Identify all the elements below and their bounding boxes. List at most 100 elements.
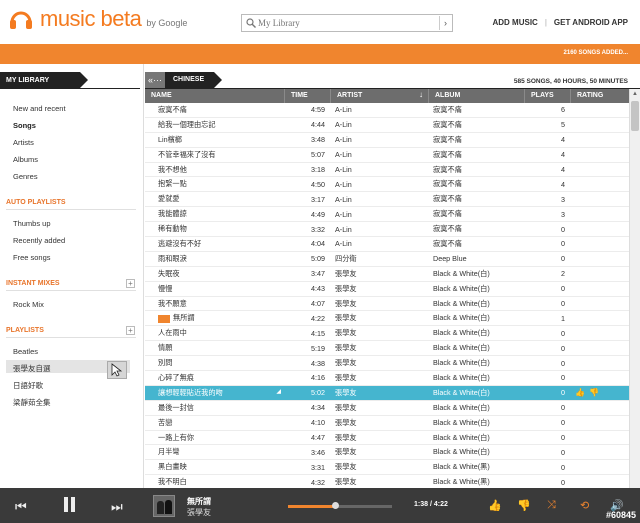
sidebar-item-artists[interactable]: Artists bbox=[13, 138, 34, 147]
table-row[interactable]: 我能體諒 4:49 A-Lin 寂寞不痛 3 bbox=[145, 207, 629, 223]
my-library-tab[interactable]: MY LIBRARY bbox=[0, 72, 88, 88]
table-row[interactable]: 心碎了無痕 4:16 張學友 Black & White(白) 0 bbox=[145, 371, 629, 386]
chevron-right-icon: › bbox=[444, 18, 447, 28]
scrollbar[interactable]: ▲ bbox=[629, 89, 640, 488]
table-row[interactable]: 慢慢 4:43 張學友 Black & White(白) 0 bbox=[145, 282, 629, 297]
menu-triangle-icon[interactable]: ◢ bbox=[276, 388, 281, 395]
song-artist: 張學友 bbox=[335, 462, 357, 472]
column-header-name[interactable]: NAME bbox=[145, 89, 285, 103]
song-name: 無所謂 bbox=[145, 313, 285, 323]
song-plays: 0 bbox=[561, 447, 565, 457]
column-header-artist[interactable]: ARTIST ↓ bbox=[331, 89, 429, 103]
song-artist: 張學友 bbox=[335, 298, 357, 308]
thumbs-up-icon[interactable]: 👍 bbox=[575, 388, 585, 397]
table-row[interactable]: 無所謂 4:22 張學友 Black & White(白) 1 bbox=[145, 311, 629, 327]
sidebar-item-free-songs[interactable]: Free songs bbox=[13, 253, 51, 262]
logo[interactable]: music beta by Google bbox=[8, 6, 187, 32]
song-time: 4:50 bbox=[311, 179, 325, 189]
table-row[interactable]: 我不想他 3:18 A-Lin 寂寞不痛 4 bbox=[145, 163, 629, 178]
song-time: 4:07 bbox=[311, 299, 325, 309]
song-time: 4:59 bbox=[311, 105, 325, 115]
repeat-icon[interactable]: ⟲ bbox=[580, 499, 589, 512]
song-album: Black & White(白) bbox=[433, 268, 490, 278]
table-row[interactable]: 別問 4:38 張學友 Black & White(白) 0 bbox=[145, 356, 629, 372]
sidebar-playlist-jacky[interactable]: 張學友自選 bbox=[13, 363, 51, 374]
table-row[interactable]: 不管幸福來了沒有 5:07 A-Lin 寂寞不痛 4 bbox=[145, 148, 629, 163]
table-row[interactable]: 情願 5:19 張學友 Black & White(白) 0 bbox=[145, 341, 629, 357]
sidebar: MY LIBRARY New and recent Songs Artists … bbox=[0, 64, 144, 488]
progress-handle[interactable] bbox=[331, 502, 339, 509]
pause-button[interactable] bbox=[64, 497, 78, 514]
song-album: Black & White(白) bbox=[433, 343, 490, 353]
song-plays: 0 bbox=[561, 433, 565, 443]
song-plays: 0 bbox=[561, 284, 565, 294]
table-row[interactable]: 寂寞不痛 4:59 A-Lin 寂寞不痛 6 bbox=[145, 103, 629, 118]
library-summary: 585 SONGS, 40 HOURS, 50 MINUTES bbox=[513, 78, 628, 85]
table-row[interactable]: 愛就愛 3:17 A-Lin 寂寞不痛 3 bbox=[145, 192, 629, 208]
songs-added-status[interactable]: 2160 SONGS ADDED... bbox=[564, 50, 628, 56]
song-name: 我不明白 bbox=[158, 477, 187, 487]
column-header-album[interactable]: ALBUM bbox=[429, 89, 525, 103]
song-time: 4:47 bbox=[311, 433, 325, 443]
table-row[interactable]: 我不願意 4:07 張學友 Black & White(白) 0 bbox=[145, 297, 629, 312]
now-playing-title: 無所謂 bbox=[187, 497, 211, 506]
next-track-button[interactable]: ⏭ bbox=[111, 499, 123, 515]
progress-bar[interactable] bbox=[288, 502, 392, 509]
sidebar-item-genres[interactable]: Genres bbox=[13, 172, 38, 181]
thumbs-down-icon[interactable]: 👎 bbox=[517, 499, 531, 512]
table-row[interactable]: 月半彎 3:46 張學友 Black & White(白) 0 bbox=[145, 445, 629, 461]
previous-track-button[interactable]: ⏮ bbox=[15, 499, 27, 515]
add-playlist-button[interactable]: + bbox=[126, 326, 135, 335]
song-plays: 0 bbox=[561, 254, 565, 264]
song-artist: 張學友 bbox=[335, 343, 357, 353]
table-row[interactable]: Lin檳榔 3:48 A-Lin 寂寞不痛 4 bbox=[145, 133, 629, 148]
table-row[interactable]: 苦戀 4:10 張學友 Black & White(白) 0 bbox=[145, 416, 629, 431]
song-time: 3:46 bbox=[311, 447, 325, 457]
song-time: 4:15 bbox=[311, 328, 325, 338]
table-row[interactable]: 失眠夜 3:47 張學友 Black & White(白) 2 bbox=[145, 267, 629, 282]
add-instant-mix-button[interactable]: + bbox=[126, 279, 135, 288]
now-playing-icon bbox=[158, 314, 170, 323]
back-button[interactable]: «··· bbox=[145, 72, 165, 88]
song-plays: 0 bbox=[561, 358, 565, 368]
song-album: Black & White(黑) bbox=[433, 477, 490, 487]
table-row[interactable]: 雨和眼淚 5:09 四分衛 Deep Blue 0 bbox=[145, 252, 629, 267]
sidebar-item-albums[interactable]: Albums bbox=[13, 155, 38, 164]
album-art[interactable] bbox=[153, 495, 175, 517]
column-header-time[interactable]: TIME bbox=[285, 89, 331, 103]
table-row[interactable]: 最後一封信 4:34 張學友 Black & White(白) 0 bbox=[145, 401, 629, 416]
table-row[interactable]: 一路上有你 4:47 張學友 Black & White(白) 0 bbox=[145, 431, 629, 446]
get-android-app-link[interactable]: GET ANDROID APP bbox=[554, 18, 628, 27]
table-row[interactable]: 稀有動物 3:32 A-Lin 寂寞不痛 0 bbox=[145, 222, 629, 238]
sidebar-playlist-japanese[interactable]: 日語好歌 bbox=[13, 380, 43, 391]
table-row[interactable]: 抱緊一點 4:50 A-Lin 寂寞不痛 4 bbox=[145, 177, 629, 193]
search-box[interactable]: › bbox=[241, 14, 453, 32]
scroll-thumb[interactable] bbox=[631, 101, 639, 131]
search-input[interactable] bbox=[258, 16, 438, 30]
sidebar-item-thumbs-up[interactable]: Thumbs up bbox=[13, 219, 51, 228]
thumbs-down-icon[interactable]: 👎 bbox=[589, 388, 599, 397]
song-plays: 0 bbox=[561, 299, 565, 309]
thumbs-up-icon[interactable]: 👍 bbox=[488, 499, 502, 512]
sidebar-playlist-fish-leong[interactable]: 梁靜茹全集 bbox=[13, 397, 51, 408]
shuffle-icon[interactable]: ⤨ bbox=[547, 499, 556, 512]
sidebar-playlist-beatles[interactable]: Beatles bbox=[13, 347, 38, 356]
song-rating[interactable]: 👍 👎 bbox=[571, 388, 629, 397]
song-name: 逃避沒有不好 bbox=[158, 238, 202, 248]
sidebar-item-new-and-recent[interactable]: New and recent bbox=[13, 104, 66, 113]
table-row[interactable]: 給我一個理由忘記 4:44 A-Lin 寂寞不痛 5 bbox=[145, 118, 629, 133]
table-row[interactable]: 黑白畫映 3:31 張學友 Black & White(黑) 0 bbox=[145, 460, 629, 476]
song-album: 寂寞不痛 bbox=[433, 119, 462, 129]
column-header-plays[interactable]: PLAYS bbox=[525, 89, 571, 103]
search-submit-button[interactable]: › bbox=[439, 16, 451, 30]
scroll-up-icon[interactable]: ▲ bbox=[631, 91, 639, 99]
sidebar-item-songs[interactable]: Songs bbox=[13, 121, 36, 130]
sidebar-item-recently-added[interactable]: Recently added bbox=[13, 236, 65, 245]
sidebar-item-rock-mix[interactable]: Rock Mix bbox=[13, 300, 44, 309]
column-header-rating[interactable]: RATING bbox=[571, 89, 629, 103]
table-row[interactable]: 人在雨中 4:15 張學友 Black & White(白) 0 bbox=[145, 326, 629, 342]
table-row[interactable]: 讓想輕輕貼近我的吻 ◢ 5:02 張學友 Black & White(白) 0 👍 👎 bbox=[145, 385, 629, 401]
table-row[interactable]: 逃避沒有不好 4:04 A-Lin 寂寞不痛 0 bbox=[145, 237, 629, 252]
add-music-link[interactable]: ADD MUSIC bbox=[493, 18, 538, 27]
song-artist: 張學友 bbox=[335, 477, 357, 487]
